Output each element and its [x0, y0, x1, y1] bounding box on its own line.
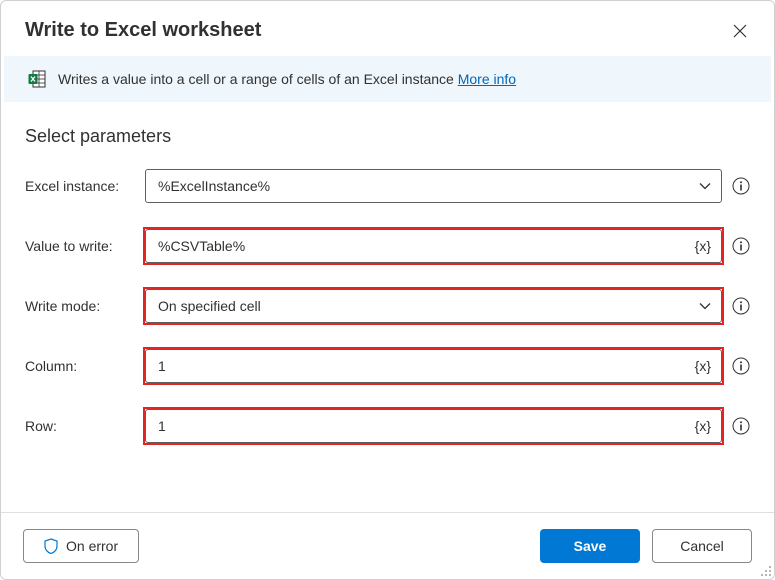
chevron-down-icon [699, 302, 711, 310]
variable-picker-icon[interactable]: {x} [695, 358, 711, 374]
on-error-button[interactable]: On error [23, 529, 139, 563]
excel-instance-select[interactable]: %ExcelInstance% [145, 169, 722, 203]
field-row: Row: 1 {x} [25, 409, 750, 443]
field-column: Column: 1 {x} [25, 349, 750, 383]
info-icon [732, 297, 750, 315]
column-info[interactable] [732, 357, 750, 375]
dialog: Write to Excel worksheet Writes a value … [0, 0, 775, 580]
column-value: 1 [158, 358, 166, 374]
content-area: Select parameters Excel instance: %Excel… [1, 102, 774, 512]
excel-instance-value: %ExcelInstance% [158, 178, 270, 194]
value-to-write-input[interactable]: %CSVTable% {x} [145, 229, 722, 263]
resize-grip-icon[interactable] [760, 565, 772, 577]
excel-instance-label: Excel instance: [25, 178, 135, 194]
cancel-label: Cancel [680, 538, 724, 554]
row-value: 1 [158, 418, 166, 434]
info-icon [732, 237, 750, 255]
value-to-write-value: %CSVTable% [158, 238, 245, 254]
dialog-title: Write to Excel worksheet [25, 19, 261, 42]
excel-instance-info[interactable] [732, 177, 750, 195]
info-icon [732, 357, 750, 375]
info-icon [732, 177, 750, 195]
chevron-down-icon [699, 182, 711, 190]
field-write-mode: Write mode: On specified cell [25, 289, 750, 323]
field-excel-instance: Excel instance: %ExcelInstance% [25, 169, 750, 203]
write-mode-select[interactable]: On specified cell [145, 289, 722, 323]
footer-actions: Save Cancel [540, 529, 752, 563]
close-icon [733, 24, 747, 38]
value-to-write-info[interactable] [732, 237, 750, 255]
field-value-to-write: Value to write: %CSVTable% {x} [25, 229, 750, 263]
row-info[interactable] [732, 417, 750, 435]
row-input[interactable]: 1 {x} [145, 409, 722, 443]
write-mode-info[interactable] [732, 297, 750, 315]
column-label: Column: [25, 358, 135, 374]
info-banner: Writes a value into a cell or a range of… [4, 56, 771, 102]
close-button[interactable] [730, 21, 750, 41]
value-to-write-label: Value to write: [25, 238, 135, 254]
save-button[interactable]: Save [540, 529, 640, 563]
info-icon [732, 417, 750, 435]
variable-picker-icon[interactable]: {x} [695, 238, 711, 254]
variable-picker-icon[interactable]: {x} [695, 418, 711, 434]
write-mode-value: On specified cell [158, 298, 261, 314]
write-mode-label: Write mode: [25, 298, 135, 314]
cancel-button[interactable]: Cancel [652, 529, 752, 563]
shield-icon [44, 538, 58, 554]
banner-text: Writes a value into a cell or a range of… [58, 71, 516, 87]
excel-icon [28, 70, 46, 88]
dialog-header: Write to Excel worksheet [1, 1, 774, 56]
dialog-footer: On error Save Cancel [1, 512, 774, 579]
section-title: Select parameters [25, 126, 750, 147]
on-error-label: On error [66, 538, 118, 554]
banner-description: Writes a value into a cell or a range of… [58, 71, 458, 87]
column-input[interactable]: 1 {x} [145, 349, 722, 383]
row-label: Row: [25, 418, 135, 434]
more-info-link[interactable]: More info [458, 71, 516, 87]
save-label: Save [574, 538, 607, 554]
